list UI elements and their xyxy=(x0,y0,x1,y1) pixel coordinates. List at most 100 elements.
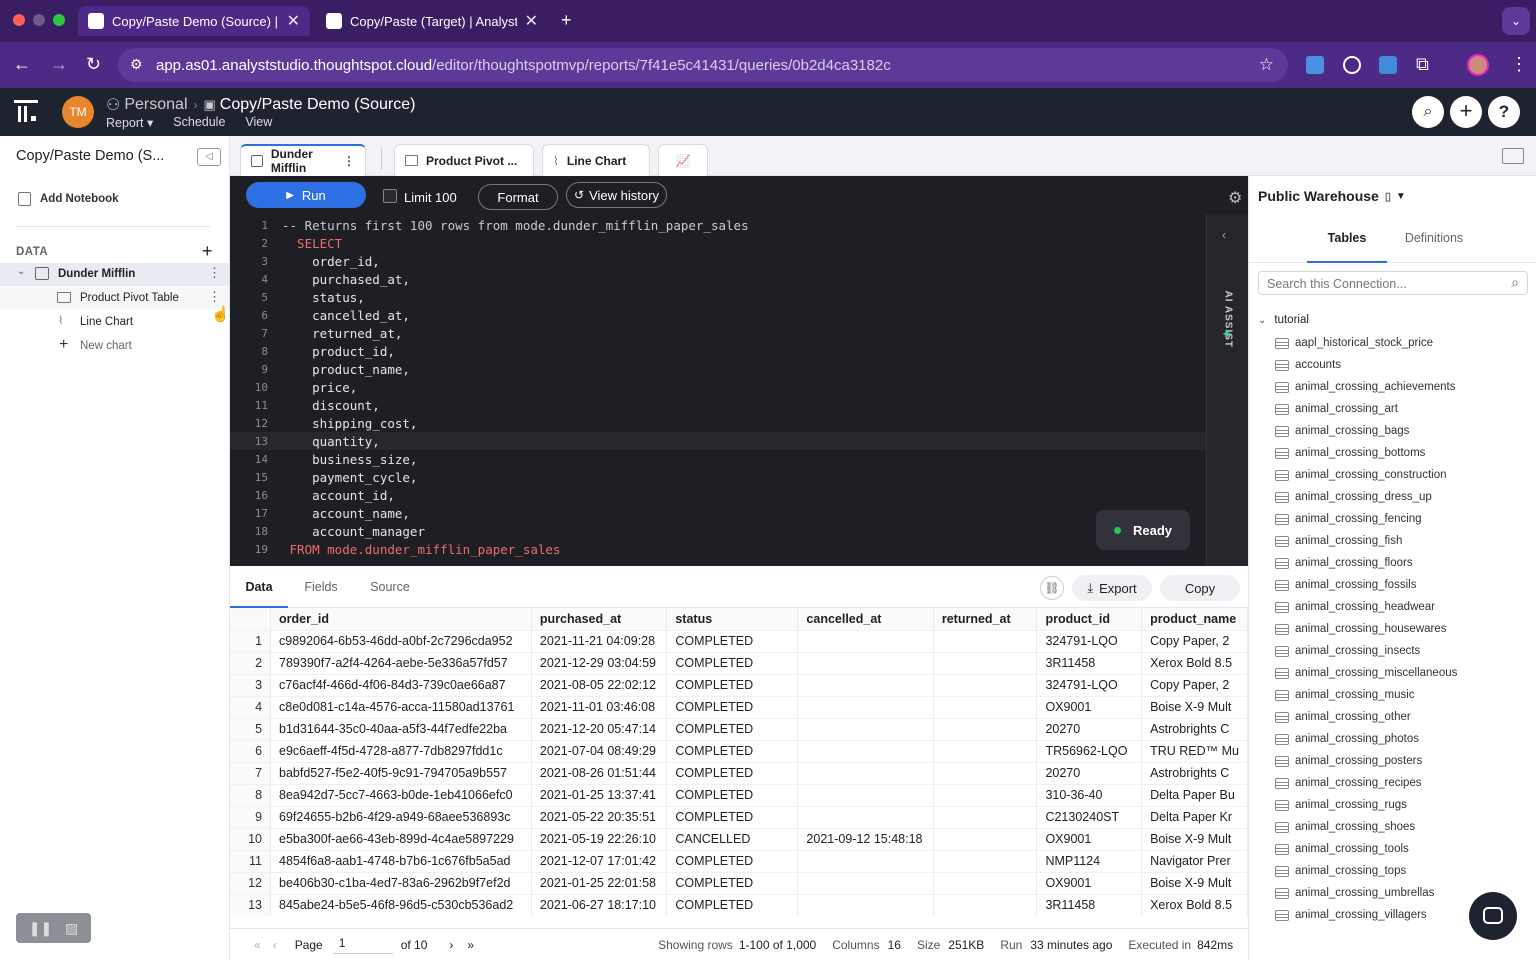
sidebar-item-line-chart[interactable]: ⌇ Line Chart xyxy=(0,311,229,334)
table-list-item[interactable]: animal_crossing_art xyxy=(1275,398,1398,420)
table-list-item[interactable]: animal_crossing_fossils xyxy=(1275,574,1416,596)
table-list-item[interactable]: animal_crossing_floors xyxy=(1275,552,1413,574)
table-cell[interactable]: TR56962-LQO xyxy=(1036,739,1143,762)
breadcrumb-personal[interactable]: Personal xyxy=(124,96,187,114)
table-cell[interactable]: Boise X-9 Mult xyxy=(1141,871,1248,894)
run-button[interactable]: ▶ Run xyxy=(246,182,366,208)
schema-tutorial[interactable]: ⌄ tutorial xyxy=(1258,314,1309,326)
extension-icon[interactable] xyxy=(1379,56,1397,74)
table-list-item[interactable]: animal_crossing_shoes xyxy=(1275,816,1415,838)
table-cell[interactable]: 2021-11-01 03:46:08 xyxy=(531,695,668,718)
table-cell[interactable] xyxy=(797,651,934,674)
add-query-icon[interactable]: + xyxy=(202,241,213,262)
table-cell[interactable]: 2021-01-25 22:01:58 xyxy=(531,871,668,894)
site-settings-icon[interactable]: ⚙ xyxy=(130,56,143,73)
column-header[interactable]: returned_at xyxy=(933,608,1038,630)
table-cell[interactable]: OX9001 xyxy=(1036,695,1143,718)
table-cell[interactable]: OX9001 xyxy=(1036,871,1143,894)
table-cell[interactable]: 310-36-40 xyxy=(1036,783,1143,806)
add-icon[interactable]: + xyxy=(1450,96,1482,128)
table-cell[interactable]: 4854f6a8-aab1-4748-b7b6-1c676fb5a5ad xyxy=(270,849,532,872)
add-notebook-button[interactable]: Add Notebook xyxy=(18,192,119,206)
table-cell[interactable] xyxy=(933,849,1038,872)
search-icon[interactable]: ⌕ xyxy=(1412,96,1444,128)
close-window-button[interactable] xyxy=(13,14,25,26)
table-cell[interactable]: 2021-06-27 18:17:10 xyxy=(531,893,668,916)
ai-assist-strip[interactable]: ‹ AI ASSIST ✦ xyxy=(1206,214,1248,566)
table-cell[interactable]: 2021-05-22 20:35:51 xyxy=(531,805,668,828)
table-cell[interactable]: COMPLETED xyxy=(666,849,799,872)
warehouse-selector[interactable]: Public Warehouse ▯ ▼ xyxy=(1258,188,1406,204)
maximize-window-button[interactable] xyxy=(53,14,65,26)
bookmark-star-icon[interactable]: ☆ xyxy=(1259,55,1274,75)
table-cell[interactable]: 324791-LQO xyxy=(1036,629,1143,652)
table-cell[interactable] xyxy=(797,871,934,894)
table-list-item[interactable]: animal_crossing_fencing xyxy=(1275,508,1422,530)
table-cell[interactable] xyxy=(933,673,1038,696)
table-cell[interactable]: 2021-12-07 17:01:42 xyxy=(531,849,668,872)
link-icon[interactable]: ⛓ xyxy=(1040,576,1064,600)
chat-support-icon[interactable] xyxy=(1469,892,1517,940)
menu-schedule[interactable]: Schedule xyxy=(173,115,225,130)
table-cell[interactable]: Xerox Bold 8.5 xyxy=(1141,651,1248,674)
table-list-item[interactable]: animal_crossing_headwear xyxy=(1275,596,1435,618)
more-options-icon[interactable]: ⋮ xyxy=(208,289,221,305)
tab-tables[interactable]: Tables xyxy=(1307,226,1387,263)
table-cell[interactable] xyxy=(933,717,1038,740)
column-header[interactable]: purchased_at xyxy=(531,608,668,630)
search-icon[interactable]: ⌕ xyxy=(1511,274,1519,291)
column-header[interactable]: order_id xyxy=(270,608,532,630)
table-cell[interactable]: COMPLETED xyxy=(666,717,799,740)
more-options-icon[interactable]: ⋮ xyxy=(208,265,221,281)
table-list-item[interactable]: animal_crossing_miscellaneous xyxy=(1275,662,1457,684)
more-options-icon[interactable]: ⋮ xyxy=(343,154,355,168)
table-cell[interactable] xyxy=(933,783,1038,806)
table-cell[interactable]: c8e0d081-c14a-4576-acca-11580ad13761 xyxy=(270,695,532,718)
user-avatar[interactable]: TM xyxy=(62,96,94,128)
search-connection-input[interactable]: Search this Connection... ⌕ xyxy=(1258,271,1528,295)
format-button[interactable]: Format xyxy=(478,184,558,210)
menu-report[interactable]: Report ▾ xyxy=(106,115,153,130)
table-cell[interactable] xyxy=(933,651,1038,674)
table-cell[interactable]: Astrobrights C xyxy=(1141,761,1248,784)
table-cell[interactable]: Astrobrights C xyxy=(1141,717,1248,740)
table-cell[interactable]: CANCELLED xyxy=(666,827,799,850)
export-button[interactable]: ⤓ Export xyxy=(1072,575,1152,601)
table-cell[interactable]: OX9001 xyxy=(1036,827,1143,850)
minimize-window-button[interactable] xyxy=(33,14,45,26)
table-cell[interactable]: 845abe24-b5e5-46f8-96d5-c530cb536ad2 xyxy=(270,893,532,916)
table-cell[interactable]: 2021-01-25 13:37:41 xyxy=(531,783,668,806)
table-cell[interactable]: COMPLETED xyxy=(666,651,799,674)
add-chart-button[interactable]: 📈 xyxy=(658,144,708,176)
browser-menu-icon[interactable]: ⋮ xyxy=(1510,55,1528,73)
table-cell[interactable]: be406b30-c1ba-4ed7-83a6-2962b9f7ef2d xyxy=(270,871,532,894)
column-header[interactable]: status xyxy=(666,608,799,630)
table-cell[interactable]: NMP1124 xyxy=(1036,849,1143,872)
table-cell[interactable]: COMPLETED xyxy=(666,761,799,784)
table-list-item[interactable]: animal_crossing_photos xyxy=(1275,728,1419,750)
table-cell[interactable]: 789390f7-a2f4-4264-aebe-5e336a57fd57 xyxy=(270,651,532,674)
table-cell[interactable]: 2021-07-04 08:49:29 xyxy=(531,739,668,762)
extension-icon[interactable] xyxy=(1306,56,1324,74)
table-list-item[interactable]: animal_crossing_construction xyxy=(1275,464,1447,486)
table-list-item[interactable]: accounts xyxy=(1275,354,1341,376)
page-input[interactable]: 1 xyxy=(332,936,393,954)
table-cell[interactable]: babfd527-f5e2-40f5-9c91-794705a9b557 xyxy=(270,761,532,784)
table-cell[interactable] xyxy=(797,849,934,872)
toggle-right-panel-icon[interactable] xyxy=(1502,148,1524,164)
table-cell[interactable]: Copy Paper, 2 xyxy=(1141,673,1248,696)
table-cell[interactable]: 324791-LQO xyxy=(1036,673,1143,696)
tab-definitions[interactable]: Definitions xyxy=(1395,226,1473,263)
table-cell[interactable]: 8ea942d7-5cc7-4663-b0de-1eb41066efc0 xyxy=(270,783,532,806)
tab-data[interactable]: Data xyxy=(230,580,288,608)
next-page-icon[interactable]: › xyxy=(449,938,453,952)
close-tab-icon[interactable]: ✕ xyxy=(525,11,538,31)
table-cell[interactable]: 3R11458 xyxy=(1036,893,1143,916)
table-list-item[interactable]: animal_crossing_tops xyxy=(1275,860,1406,882)
table-cell[interactable]: b1d31644-35c0-40aa-a5f3-44f7edfe22ba xyxy=(270,717,532,740)
collapse-sidebar-icon[interactable]: ◁ xyxy=(197,148,221,166)
back-arrow-icon[interactable]: ← xyxy=(13,55,31,73)
table-cell[interactable]: Copy Paper, 2 xyxy=(1141,629,1248,652)
menu-view[interactable]: View xyxy=(245,115,272,130)
browser-tab-source[interactable]: Copy/Paste Demo (Source) | / ✕ xyxy=(78,6,310,36)
